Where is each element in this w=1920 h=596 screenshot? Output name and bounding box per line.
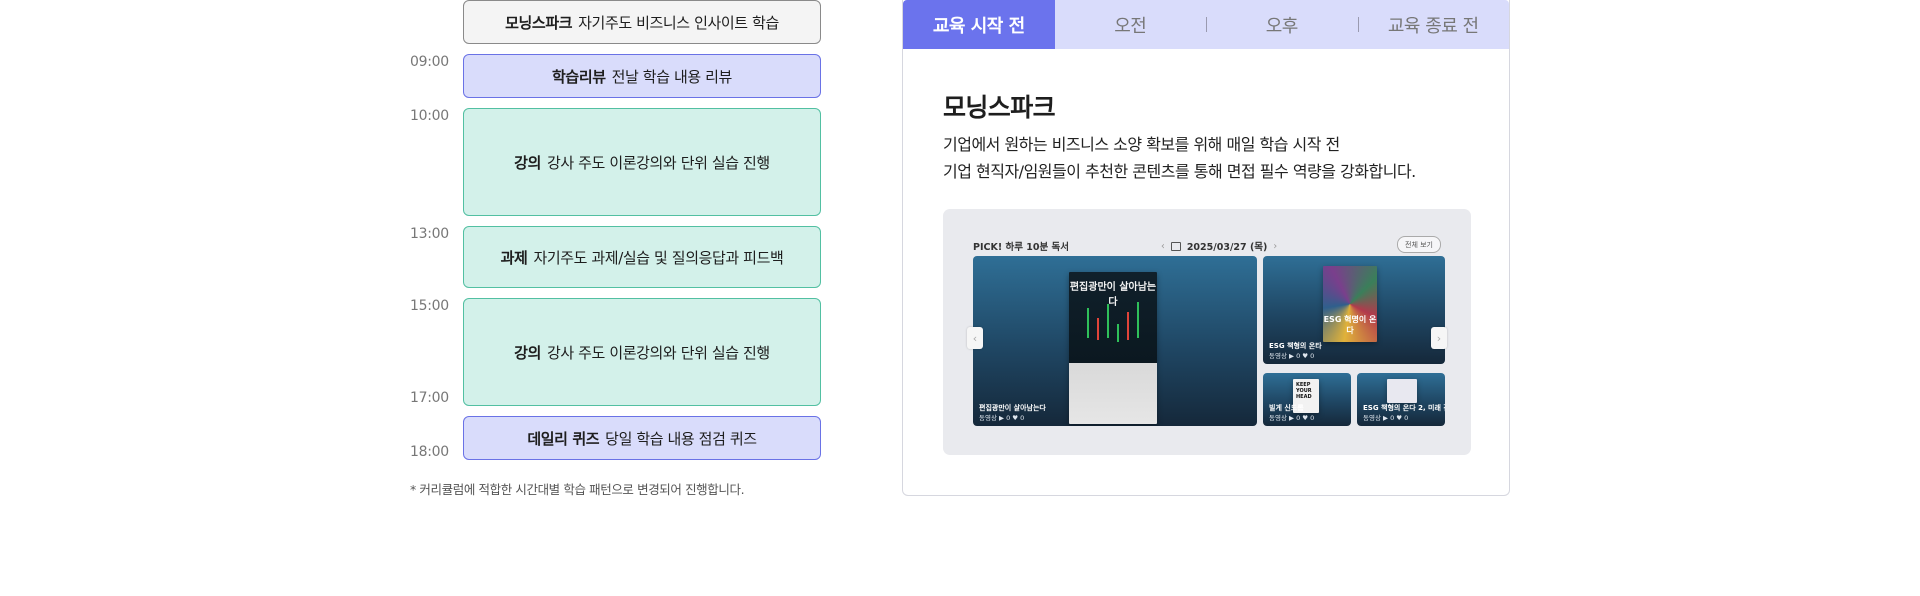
block-tag: 모닝스파크 bbox=[505, 13, 573, 32]
tab-morning[interactable]: 오전 bbox=[1055, 0, 1207, 49]
block-tag: 학습리뷰 bbox=[552, 67, 606, 86]
calendar-icon bbox=[1170, 241, 1181, 251]
time-label: 15:00 bbox=[410, 298, 449, 314]
preview-date: ‹ 2025/03/27 (목) › bbox=[1161, 239, 1277, 254]
schedule-block-daily-quiz: 데일리 퀴즈 당일 학습 내용 점검 퀴즈 bbox=[463, 416, 821, 460]
description-line: 기업에서 원하는 비즈니스 소양 확보를 위해 매일 학습 시작 전 bbox=[943, 135, 1340, 154]
carousel-prev-icon[interactable]: ‹ bbox=[967, 327, 983, 349]
book-tile[interactable]: ESG 책형의 온다 2, 미래 전략과... 동영상 ▶ 0 ♥ 0 bbox=[1357, 373, 1445, 426]
tab-before-class[interactable]: 교육 시작 전 bbox=[903, 0, 1055, 49]
block-text: 강사 주도 이론강의와 단위 실습 진행 bbox=[546, 153, 770, 172]
block-text: 강사 주도 이론강의와 단위 실습 진행 bbox=[546, 343, 770, 362]
block-tag: 강의 bbox=[514, 343, 541, 362]
panel-title: 모닝스파크 bbox=[943, 93, 1056, 122]
view-all-pill[interactable]: 전체 보기 bbox=[1397, 236, 1441, 253]
book-tile[interactable]: ESG 혁명이 온다 ESG 책형의 온타 동영상 ▶ 0 ♥ 0 bbox=[1263, 256, 1445, 364]
book-tile[interactable]: 편집광만이 살아남는다 편집광만이 살아남는다 동영상 ▶ 0 ♥ 0 bbox=[973, 256, 1257, 426]
book-cover-title: KEEP YOUR HEAD bbox=[1296, 382, 1312, 400]
book-tile[interactable]: KEEP YOUR HEAD 빌게 신드롬 동영상 ▶ 0 ♥ 0 bbox=[1263, 373, 1351, 426]
time-label: 17:00 bbox=[410, 390, 449, 406]
schedule-footnote: * 커리큘럼에 적합한 시간대별 학습 패턴으로 변경되어 진행합니다. bbox=[410, 482, 745, 497]
chevron-right-icon[interactable]: › bbox=[1273, 241, 1277, 252]
block-text: 당일 학습 내용 점검 퀴즈 bbox=[605, 429, 757, 448]
block-tag: 데일리 퀴즈 bbox=[527, 429, 600, 448]
time-label: 13:00 bbox=[410, 226, 449, 242]
block-text: 전날 학습 내용 리뷰 bbox=[611, 67, 733, 86]
time-label: 10:00 bbox=[410, 108, 449, 124]
tab-bar: 교육 시작 전 오전 오후 교육 종료 전 bbox=[903, 0, 1509, 49]
block-text: 자기주도 과제/실습 및 질의응답과 피드백 bbox=[533, 248, 784, 267]
block-text: 자기주도 비즈니스 인사이트 학습 bbox=[578, 13, 779, 32]
description-line: 기업 현직자/임원들이 추천한 콘텐츠를 통해 면접 필수 역량을 강화합니다. bbox=[943, 162, 1416, 181]
tile-meta: 동영상 ▶ 0 ♥ 0 bbox=[1269, 352, 1315, 360]
tile-meta: 동영상 ▶ 0 ♥ 0 bbox=[1269, 414, 1315, 422]
preview-header-title: PICK! 하루 10분 독서 bbox=[973, 242, 1070, 253]
block-tag: 과제 bbox=[500, 248, 528, 267]
schedule-block-lecture: 강의 강사 주도 이론강의와 단위 실습 진행 bbox=[463, 298, 821, 406]
schedule-block-lecture: 강의 강사 주도 이론강의와 단위 실습 진행 bbox=[463, 108, 821, 216]
book-cover-title: 편집광만이 살아남는다 bbox=[1069, 282, 1157, 308]
book-cover-title: ESG 혁명이 온다 bbox=[1323, 315, 1377, 335]
preview-screenshot: PICK! 하루 10분 독서 ‹ 2025/03/27 (목) › 전체 보기… bbox=[943, 209, 1471, 455]
panel-description: 기업에서 원하는 비즈니스 소양 확보를 위해 매일 학습 시작 전 기업 현직… bbox=[943, 131, 1483, 185]
tile-meta: 동영상 ▶ 0 ♥ 0 bbox=[979, 414, 1025, 422]
chevron-left-icon[interactable]: ‹ bbox=[1161, 241, 1165, 252]
tile-meta: 동영상 ▶ 0 ♥ 0 bbox=[1363, 414, 1409, 422]
book-cover bbox=[1387, 379, 1417, 403]
carousel-next-icon[interactable]: › bbox=[1431, 327, 1447, 349]
tab-afternoon[interactable]: 오후 bbox=[1206, 0, 1358, 49]
time-label: 09:00 bbox=[410, 54, 449, 70]
book-cover: ESG 혁명이 온다 bbox=[1323, 266, 1377, 342]
book-cover: 편집광만이 살아남는다 bbox=[1069, 272, 1157, 424]
preview-date-text: 2025/03/27 (목) bbox=[1186, 242, 1268, 253]
time-label: 18:00 bbox=[410, 444, 449, 460]
block-tag: 강의 bbox=[514, 153, 541, 172]
tab-before-end[interactable]: 교육 종료 전 bbox=[1357, 0, 1510, 49]
schedule-block-morning-spark: 모닝스파크 자기주도 비즈니스 인사이트 학습 bbox=[463, 0, 821, 44]
program-detail-panel: 교육 시작 전 오전 오후 교육 종료 전 모닝스파크 기업에서 원하는 비즈니… bbox=[902, 0, 1510, 496]
schedule-block-assignment: 과제 자기주도 과제/실습 및 질의응답과 피드백 bbox=[463, 226, 821, 288]
schedule-block-review: 학습리뷰 전날 학습 내용 리뷰 bbox=[463, 54, 821, 98]
